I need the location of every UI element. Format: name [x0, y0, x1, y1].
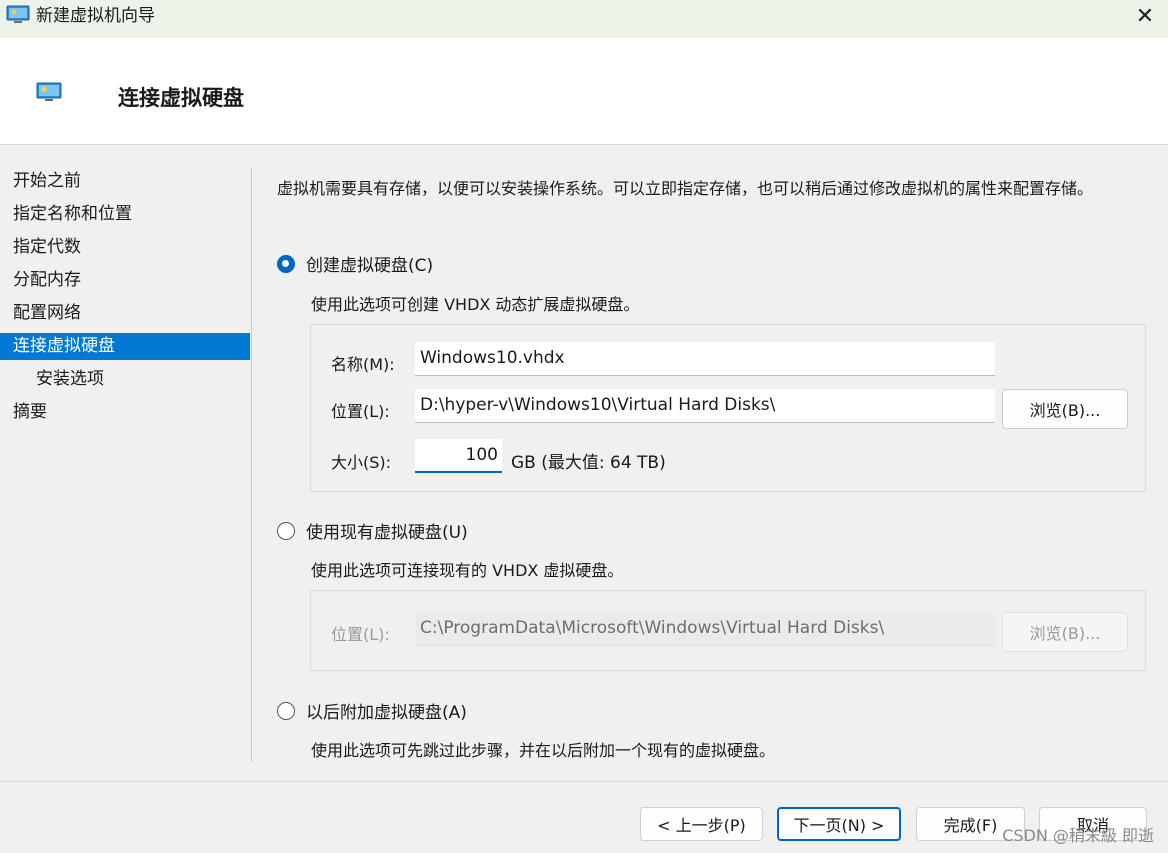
existing-disk-label[interactable]: 使用现有虚拟硬盘(U) [306, 518, 468, 543]
wizard-steps-sidebar: 开始之前 指定名称和位置 指定代数 分配内存 配置网络 连接虚拟硬盘 安装选项 … [0, 168, 250, 432]
watermark: CSDN @稍末級 即逝 [1002, 826, 1154, 845]
create-disk-description: 使用此选项可创建 VHDX 动态扩展虚拟硬盘。 [311, 295, 640, 314]
sidebar-item-installation-options[interactable]: 安装选项 [0, 366, 250, 393]
existing-disk-option[interactable]: 使用现有虚拟硬盘(U) [277, 518, 468, 543]
sidebar-item-summary[interactable]: 摘要 [0, 399, 250, 426]
title-bar: 新建虚拟机向导 ✕ [0, 0, 1168, 38]
size-unit-label: GB (最大值: 64 TB) [511, 453, 666, 473]
attach-later-radio[interactable] [277, 701, 295, 720]
location-label: 位置(L): [331, 402, 390, 421]
footer-divider [0, 781, 1168, 782]
sidebar-item-before-you-begin[interactable]: 开始之前 [0, 168, 250, 195]
next-button[interactable]: 下一页(N) > [777, 807, 901, 841]
disk-name-field[interactable]: Windows10.vhdx [415, 342, 995, 376]
disk-location-field[interactable]: D:\hyper-v\Windows10\Virtual Hard Disks\ [415, 389, 995, 423]
disk-size-field[interactable]: 100 [415, 439, 502, 473]
existing-location-label: 位置(L): [331, 625, 390, 644]
create-disk-label[interactable]: 创建虚拟硬盘(C) [306, 251, 433, 276]
existing-location-field[interactable]: C:\ProgramData\Microsoft\Windows\Virtual… [415, 612, 995, 646]
previous-button[interactable]: < 上一步(P) [640, 807, 763, 841]
close-icon: ✕ [1135, 3, 1155, 29]
wizard-header: 连接虚拟硬盘 [0, 38, 1168, 145]
sidebar-item-name-location[interactable]: 指定名称和位置 [0, 201, 250, 228]
create-disk-radio[interactable] [277, 254, 295, 273]
existing-disk-radio[interactable] [277, 521, 295, 540]
create-disk-group: 名称(M): Windows10.vhdx 位置(L): D:\hyper-v\… [310, 324, 1146, 492]
sidebar-item-memory[interactable]: 分配内存 [0, 267, 250, 294]
monitor-icon [36, 82, 62, 101]
sidebar-divider [251, 168, 252, 762]
window-title: 新建虚拟机向导 [36, 6, 155, 26]
create-disk-option[interactable]: 创建虚拟硬盘(C) [277, 251, 433, 276]
existing-disk-group: 位置(L): C:\ProgramData\Microsoft\Windows\… [310, 590, 1146, 671]
existing-browse-button[interactable]: 浏览(B)... [1002, 612, 1128, 652]
sidebar-item-networking[interactable]: 配置网络 [0, 300, 250, 327]
monitor-icon [6, 5, 30, 23]
sidebar-item-generation[interactable]: 指定代数 [0, 234, 250, 261]
name-label: 名称(M): [331, 355, 395, 374]
attach-later-option[interactable]: 以后附加虚拟硬盘(A) [277, 698, 467, 723]
attach-later-label[interactable]: 以后附加虚拟硬盘(A) [306, 698, 467, 723]
existing-disk-description: 使用此选项可连接现有的 VHDX 虚拟硬盘。 [311, 561, 624, 580]
page-title: 连接虚拟硬盘 [118, 86, 244, 110]
close-button[interactable]: ✕ [1122, 0, 1168, 32]
size-label: 大小(S): [331, 453, 392, 472]
sidebar-item-virtual-hard-disk[interactable]: 连接虚拟硬盘 [0, 333, 250, 360]
attach-later-description: 使用此选项可先跳过此步骤，并在以后附加一个现有的虚拟硬盘。 [311, 741, 776, 760]
page-description: 虚拟机需要具有存储，以便可以安装操作系统。可以立即指定存储，也可以稍后通过修改虚… [277, 179, 1094, 198]
browse-button[interactable]: 浏览(B)... [1002, 389, 1128, 429]
